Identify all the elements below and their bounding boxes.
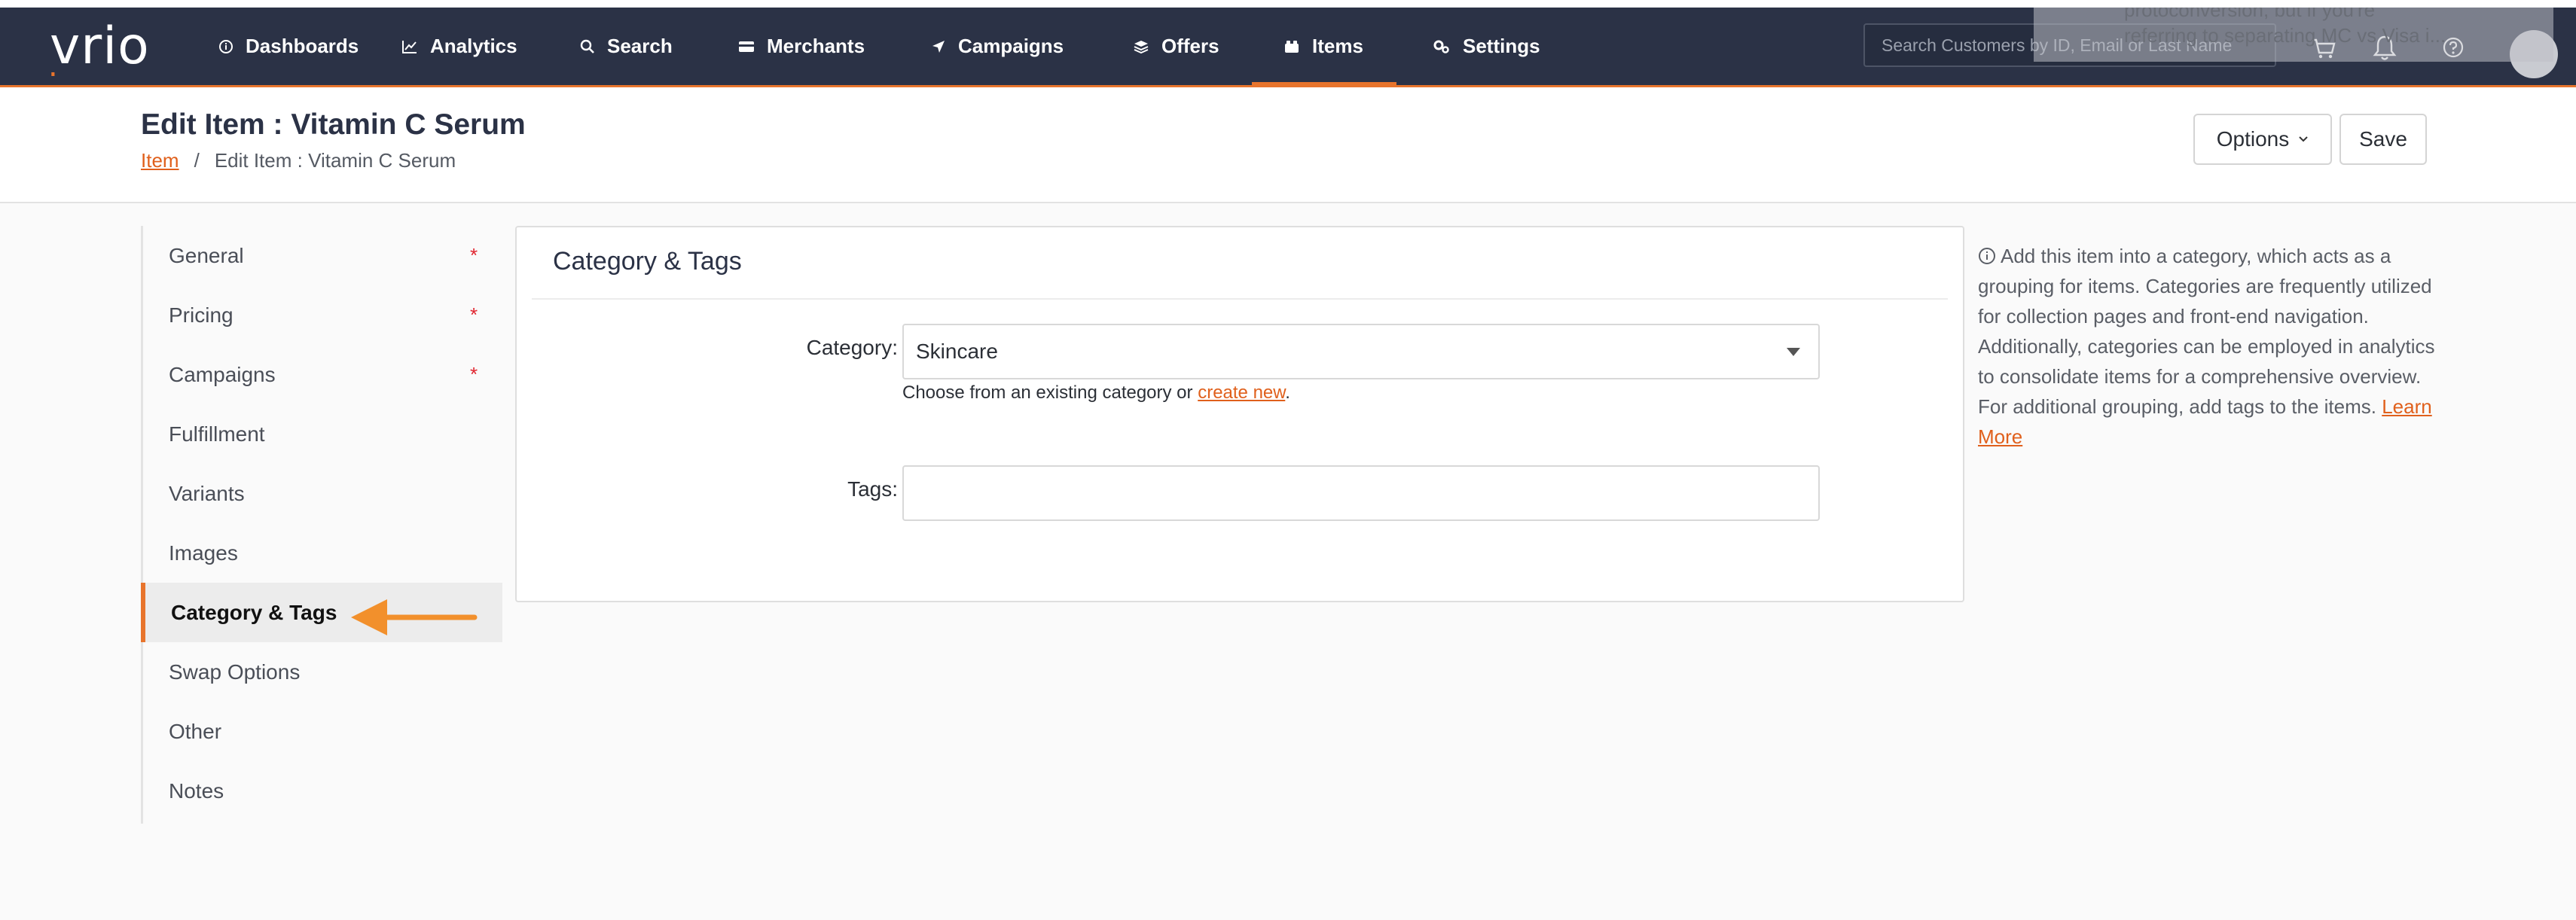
nav-settings[interactable]: Settings xyxy=(1433,8,1540,85)
side-item-campaigns[interactable]: Campaigns * xyxy=(143,345,505,404)
nav-search[interactable]: Search xyxy=(580,8,673,85)
side-item-general[interactable]: General * xyxy=(143,226,505,285)
logo-dot: . xyxy=(48,49,59,84)
category-label: Category: xyxy=(806,336,898,359)
hint-prefix: Choose from an existing category or xyxy=(902,382,1198,403)
item-section-menu: General * Pricing * Campaigns * Fulfillm… xyxy=(141,226,502,824)
create-new-link[interactable]: create new xyxy=(1198,382,1285,403)
line-chart-icon xyxy=(401,39,418,54)
panel-title: Category & Tags xyxy=(553,247,742,276)
required-asterisk: * xyxy=(470,244,478,267)
side-item-label: Notes xyxy=(169,778,224,803)
hint-suffix: . xyxy=(1285,382,1290,403)
save-button[interactable]: Save xyxy=(2339,114,2427,165)
side-item-label: Swap Options xyxy=(169,660,301,684)
side-item-label: General xyxy=(169,243,244,267)
side-item-variants[interactable]: Variants xyxy=(143,464,505,523)
save-label: Save xyxy=(2359,127,2407,151)
nav-merchants[interactable]: Merchants xyxy=(738,8,865,85)
side-item-notes[interactable]: Notes xyxy=(143,761,505,821)
breadcrumb-current: Edit Item : Vitamin C Serum xyxy=(214,149,456,172)
toast-line-2: referring to separating MC vs Visa i... xyxy=(2124,24,2446,47)
side-item-fulfillment[interactable]: Fulfillment xyxy=(143,404,505,464)
gears-icon xyxy=(1433,39,1451,54)
required-asterisk: * xyxy=(470,303,478,326)
layers-icon xyxy=(1133,39,1149,54)
options-label: Options xyxy=(2216,127,2290,151)
credit-card-icon xyxy=(738,40,755,53)
options-button[interactable]: Options xyxy=(2193,114,2332,165)
side-item-swap-options[interactable]: Swap Options xyxy=(143,642,505,702)
help-body: Add this item into a category, which act… xyxy=(1978,245,2435,418)
category-hint: Choose from an existing category or crea… xyxy=(902,382,1290,404)
nav-dashboards[interactable]: Dashboards xyxy=(218,8,359,85)
nav-label: Merchants xyxy=(767,35,865,57)
page-title: Edit Item : Vitamin C Serum xyxy=(141,108,526,141)
nav-label: Analytics xyxy=(430,35,517,57)
category-value: Skincare xyxy=(916,340,998,363)
panel-divider xyxy=(532,298,1948,300)
nav-label: Search xyxy=(607,35,673,57)
chevron-down-icon xyxy=(2299,136,2308,142)
tags-label: Tags: xyxy=(847,477,898,501)
category-tags-panel: Category & Tags Category: Skincare Choos… xyxy=(515,226,1964,602)
side-item-label: Category & Tags xyxy=(171,600,337,624)
top-navbar: . vrio Dashboards Analytics Search Merch… xyxy=(0,0,2576,87)
search-icon xyxy=(580,39,595,54)
side-item-label: Other xyxy=(169,719,222,743)
caret-down-icon xyxy=(1787,348,1800,356)
nav-label: Settings xyxy=(1463,35,1540,57)
help-text: Add this item into a category, which act… xyxy=(1978,241,2445,452)
breadcrumb-separator: / xyxy=(194,149,200,172)
nav-label: Offers xyxy=(1161,35,1219,57)
tags-input[interactable] xyxy=(902,465,1820,521)
info-circle-icon xyxy=(1979,248,1995,264)
side-item-images[interactable]: Images xyxy=(143,523,505,583)
side-item-label: Pricing xyxy=(169,303,233,327)
breadcrumb-item-link[interactable]: Item xyxy=(141,149,179,172)
nav-campaigns[interactable]: Campaigns xyxy=(931,8,1064,85)
annotation-arrow-icon xyxy=(351,599,478,635)
nav-label: Dashboards xyxy=(246,35,359,57)
required-asterisk: * xyxy=(470,363,478,385)
side-item-label: Fulfillment xyxy=(169,422,265,446)
nav-offers[interactable]: Offers xyxy=(1133,8,1219,85)
nav-label: Items xyxy=(1312,35,1363,57)
info-circle-icon xyxy=(218,39,233,54)
breadcrumb: Item / Edit Item : Vitamin C Serum xyxy=(141,149,456,172)
toast-line-1: protoconversion, but if you're xyxy=(2124,8,2376,21)
side-item-label: Images xyxy=(169,541,238,565)
side-item-other[interactable]: Other xyxy=(143,702,505,761)
notification-toast[interactable]: protoconversion, but if you're referring… xyxy=(2034,8,2553,62)
side-item-label: Variants xyxy=(169,481,245,505)
side-item-label: Campaigns xyxy=(169,362,276,386)
logo-text: vrio xyxy=(50,17,150,76)
nav-analytics[interactable]: Analytics xyxy=(401,8,517,85)
category-select[interactable]: Skincare xyxy=(902,324,1820,379)
side-item-pricing[interactable]: Pricing * xyxy=(143,285,505,345)
vrio-logo[interactable]: . vrio xyxy=(48,21,150,82)
box-icon xyxy=(1283,39,1300,54)
page-header: Edit Item : Vitamin C Serum Item / Edit … xyxy=(0,87,2576,203)
nav-items[interactable]: Items xyxy=(1252,8,1396,86)
send-icon xyxy=(931,39,946,54)
nav-label: Campaigns xyxy=(958,35,1064,57)
